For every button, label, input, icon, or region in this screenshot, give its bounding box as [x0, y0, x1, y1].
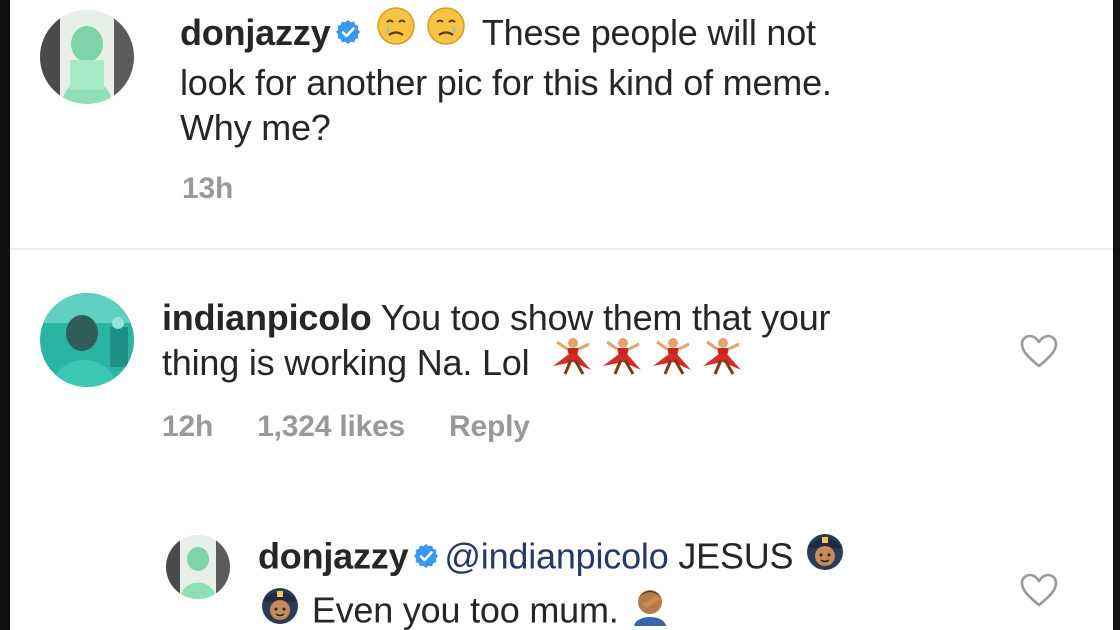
left-border: [0, 0, 10, 630]
comment-meta: 13h: [182, 172, 277, 206]
person-facepalming-emoji: [628, 582, 672, 630]
reply-button[interactable]: Reply: [449, 410, 530, 443]
police-officer-emoji: [803, 528, 847, 582]
comment-body-line-1: These people will not: [481, 12, 816, 53]
timestamp: 13h: [182, 172, 234, 205]
comment-body-line-2: look for another pic for this kind of me…: [180, 62, 832, 104]
like-heart-icon[interactable]: [1020, 334, 1058, 373]
avatar[interactable]: [40, 10, 134, 104]
comment-text: indianpicolo You too show them that your…: [162, 295, 1002, 390]
dancer-emoji: [547, 336, 597, 386]
comment-text: donjazzy These people will not look for …: [180, 7, 1080, 150]
mention-link[interactable]: @indianpicolo: [444, 536, 668, 577]
verified-badge-icon: [336, 9, 361, 54]
verified-badge-icon: [414, 533, 439, 578]
dancer-emoji: [697, 336, 747, 386]
username[interactable]: donjazzy: [258, 536, 409, 577]
police-officer-emoji: [258, 582, 302, 630]
crying-face-emoji: [426, 6, 466, 56]
comment-text: donjazzy @indianpicolo JESUS Even you too…: [258, 532, 978, 630]
comment-body-line-2: Even you too mum.: [311, 589, 619, 630]
like-heart-icon[interactable]: [1020, 573, 1058, 612]
username[interactable]: indianpicolo: [162, 297, 372, 338]
comment-meta: 12h 1,324 likes Reply: [162, 410, 574, 444]
avatar[interactable]: [40, 293, 134, 387]
likes-count[interactable]: 1,324 likes: [257, 410, 405, 443]
comment-body-line-3: Why me?: [180, 107, 331, 149]
comment-body-line-2: thing is working Na. Lol: [162, 342, 530, 383]
divider: [10, 248, 1113, 250]
username[interactable]: donjazzy: [180, 12, 331, 53]
right-border: [1113, 0, 1120, 630]
crying-face-emoji: [376, 6, 416, 56]
timestamp: 12h: [162, 410, 214, 443]
dancer-emoji: [647, 336, 697, 386]
instagram-comments-screenshot: donjazzy These people will not look for …: [0, 0, 1120, 630]
dancer-emoji: [597, 336, 647, 386]
comment-body-word: JESUS: [678, 535, 794, 577]
avatar[interactable]: [166, 535, 230, 599]
comment-body-line-1: You too show them that your: [380, 297, 831, 338]
